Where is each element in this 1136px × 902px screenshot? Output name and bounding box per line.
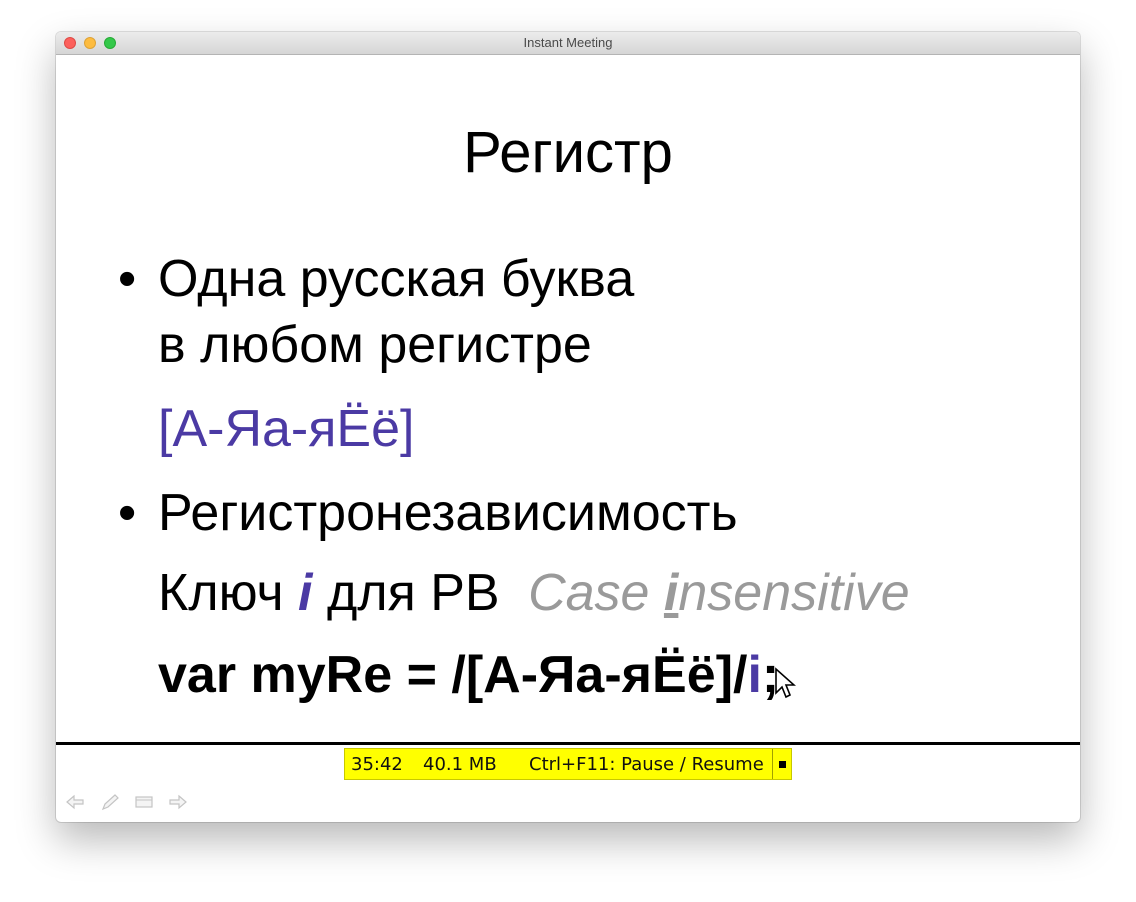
window-title: Instant Meeting bbox=[523, 35, 613, 50]
code-prefix: var myRe = /[А-Яа-яЁё]/ bbox=[158, 646, 748, 704]
bullet-dot-1: • bbox=[118, 250, 137, 308]
case-word: Case bbox=[528, 564, 650, 622]
app-window: Instant Meeting Регистр • Одна русская б… bbox=[56, 32, 1080, 822]
key-line: Ключ i для РВ Case insensitive bbox=[158, 563, 910, 623]
elapsed-time: 35:42 bbox=[351, 754, 403, 775]
presentation-slide: Регистр • Одна русская буква в любом рег… bbox=[56, 55, 1080, 743]
code-flag: i bbox=[747, 646, 762, 704]
memory-usage: 40.1 MB bbox=[423, 754, 497, 775]
key-suffix: для РВ bbox=[326, 564, 500, 622]
stop-recording-button[interactable] bbox=[772, 749, 791, 779]
bullet1-line2: в любом регистре bbox=[158, 316, 592, 374]
bullet1-line1: Одна русская буква bbox=[158, 250, 635, 308]
pen-icon[interactable] bbox=[99, 792, 121, 812]
bullet-dot-2: • bbox=[118, 484, 137, 542]
forward-arrow-icon[interactable] bbox=[167, 792, 189, 812]
case-insensitive-note: Case insensitive bbox=[528, 564, 910, 622]
key-prefix: Ключ bbox=[158, 564, 284, 622]
stop-icon bbox=[778, 760, 786, 768]
bullet2-heading: Регистронезависимость bbox=[158, 484, 738, 542]
title-bar: Instant Meeting bbox=[56, 32, 1080, 55]
slides-icon[interactable] bbox=[133, 792, 155, 812]
mouse-cursor-icon bbox=[775, 667, 796, 699]
key-letter: i bbox=[298, 564, 313, 622]
back-arrow-icon[interactable] bbox=[64, 792, 86, 812]
slide-divider bbox=[56, 742, 1080, 745]
case-rest: nsensitive bbox=[678, 564, 910, 622]
regex-pattern: [А-Яа-яЁё] bbox=[158, 400, 415, 458]
slide-title: Регистр bbox=[463, 120, 673, 185]
code-line: var myRe = /[А-Яа-яЁё]/i; bbox=[158, 645, 779, 705]
recording-status-bar: 35:42 40.1 MB Ctrl+F11: Pause / Resume bbox=[344, 748, 792, 780]
pause-resume-hint: Ctrl+F11: Pause / Resume bbox=[529, 754, 764, 775]
case-i-letter: i bbox=[663, 564, 679, 622]
